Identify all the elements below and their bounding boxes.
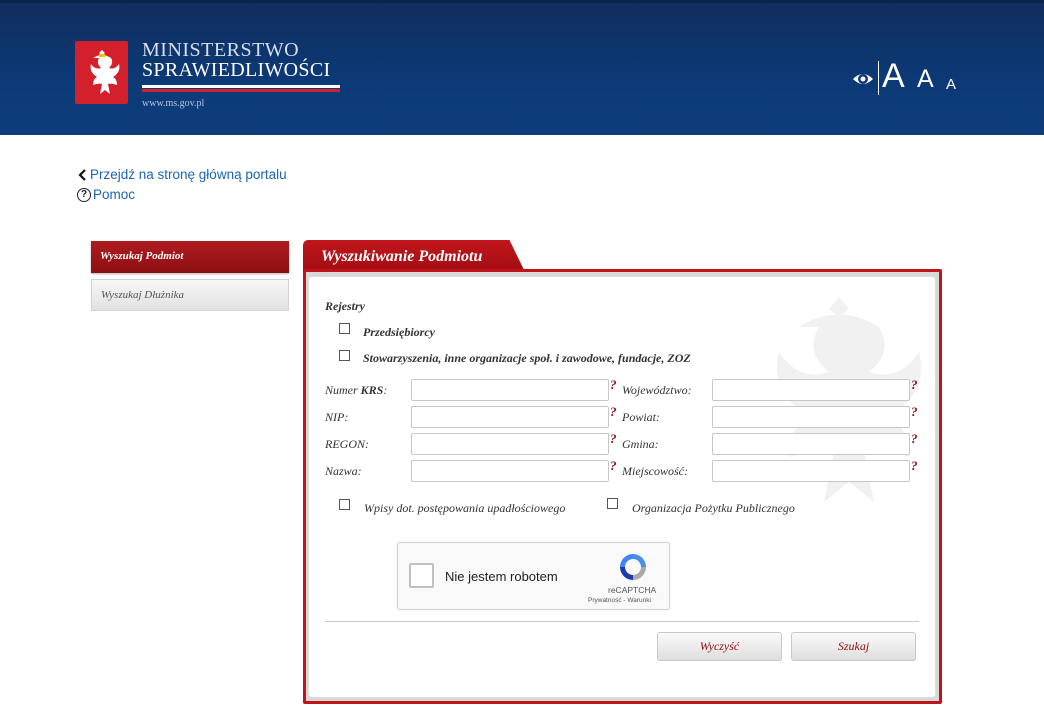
regon-input[interactable] <box>411 433 609 455</box>
font-size-large-button[interactable]: A <box>882 59 905 93</box>
nip-label: NIP: <box>325 410 349 424</box>
register-entrepreneurs-label: Przedsiębiorcy <box>363 325 435 339</box>
name-input[interactable] <box>411 460 609 482</box>
krs-input[interactable] <box>411 379 609 401</box>
eagle-watermark-icon <box>777 297 921 502</box>
font-size-small-button[interactable]: A <box>946 77 956 92</box>
register-entrepreneurs-checkbox[interactable] <box>339 323 350 334</box>
register-associations-label: Stowarzyszenia, inne organizacje społ. i… <box>363 351 691 365</box>
recaptcha-label: Nie jestem robotem <box>445 569 558 584</box>
locality-label: Miejscowość: <box>622 464 688 478</box>
help-icon: ? <box>77 187 91 202</box>
logo-flag-stripe <box>142 85 340 92</box>
county-label: Powiat: <box>622 410 660 424</box>
form-tab-title: Wyszukiwanie Podmiotu <box>321 248 483 265</box>
logo-title-line2: SPRAWIEDLIWOŚCI <box>142 59 331 81</box>
chevron-left-icon <box>78 168 86 181</box>
eagle-emblem-icon[interactable] <box>75 41 128 104</box>
locality-help-icon[interactable]: ? <box>911 458 918 474</box>
regon-label: REGON: <box>325 437 369 451</box>
recaptcha-links[interactable]: Prywatność - Warunki <box>588 597 651 604</box>
form-divider <box>325 621 919 622</box>
site-header: MINISTERSTWO SPRAWIEDLIWOŚCI www.ms.gov.… <box>0 0 1044 135</box>
public-benefit-label: Organizacja Pożytku Publicznego <box>632 501 795 515</box>
register-associations-checkbox[interactable] <box>339 350 350 361</box>
voivodeship-help-icon[interactable]: ? <box>911 377 918 393</box>
recaptcha-brand: reCAPTCHA <box>608 585 657 595</box>
bankruptcy-label: Wpisy dot. postępowania upadłościowego <box>364 501 566 515</box>
krs-help-icon[interactable]: ? <box>610 377 617 393</box>
commune-input[interactable] <box>712 433 910 455</box>
clear-button[interactable]: Wyczyść <box>657 632 782 661</box>
public-benefit-checkbox[interactable] <box>607 498 618 509</box>
county-input[interactable] <box>712 406 910 428</box>
font-size-separator <box>878 61 879 95</box>
commune-help-icon[interactable]: ? <box>911 431 918 447</box>
krs-label: Numer KRS: <box>325 383 388 397</box>
regon-help-icon[interactable]: ? <box>610 431 617 447</box>
recaptcha-widget: Nie jestem robotem reCAPTCHA Prywatność … <box>397 542 670 610</box>
search-button[interactable]: Szukaj <box>791 632 916 661</box>
registers-title: Rejestry <box>325 299 365 313</box>
name-label: Nazwa: <box>325 464 362 478</box>
voivodeship-input[interactable] <box>712 379 910 401</box>
sidebar-item-search-entity[interactable]: Wyszukaj Podmiot <box>91 241 289 273</box>
help-link[interactable]: ? Pomoc <box>77 187 135 202</box>
name-help-icon[interactable]: ? <box>610 458 617 474</box>
locality-input[interactable] <box>712 460 910 482</box>
recaptcha-checkbox[interactable] <box>409 563 434 588</box>
nip-help-icon[interactable]: ? <box>610 404 617 420</box>
county-help-icon[interactable]: ? <box>911 404 918 420</box>
logo-url: www.ms.gov.pl <box>142 98 205 109</box>
eye-icon[interactable] <box>852 69 874 89</box>
bankruptcy-checkbox[interactable] <box>339 499 350 510</box>
voivodeship-label: Województwo: <box>622 383 692 397</box>
help-link-label: Pomoc <box>93 187 136 202</box>
nip-input[interactable] <box>411 406 609 428</box>
back-to-portal-link[interactable]: Przejdź na stronę główną portalu <box>77 167 287 182</box>
recaptcha-logo-icon <box>620 554 646 580</box>
font-size-medium-button[interactable]: A <box>917 67 934 92</box>
sidebar-item-search-debtor[interactable]: Wyszukaj Dłużnika <box>91 279 289 311</box>
back-link-label: Przejdź na stronę główną portalu <box>90 167 287 182</box>
commune-label: Gmina: <box>622 437 659 451</box>
